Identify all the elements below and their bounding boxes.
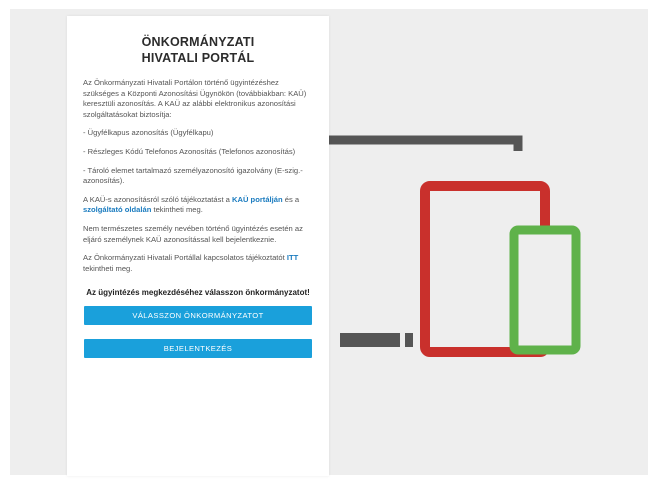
title-line-1: ÖNKORMÁNYZATI — [141, 35, 255, 49]
login-button[interactable]: BEJELENTKEZÉS — [84, 339, 312, 359]
kau-info-pre: A KAÜ-s azonosításról szóló tájékoztatás… — [83, 194, 232, 204]
phone-icon — [509, 225, 581, 355]
info-here-link[interactable]: ITT — [287, 253, 298, 262]
intro-text: Az Önkormányzati Hivatali Portálon törté… — [83, 78, 307, 119]
contact-info-post: tekintheti meg. — [83, 263, 133, 273]
page-title: ÖNKORMÁNYZATI HIVATALI PORTÁL — [83, 34, 313, 66]
contact-info-text: Az Önkormányzati Hivatali Portállal kapc… — [83, 253, 313, 274]
auth-option-eszig: - Tároló elemet tartalmazó személyazonos… — [83, 165, 303, 186]
kau-info-post: tekintheti meg. — [151, 205, 203, 215]
auth-option-telefonos: - Részleges Kódú Telefonos Azonosítás (T… — [83, 146, 296, 156]
select-municipality-button[interactable]: VÁLASSZON ÖNKORMÁNYZATOT — [84, 306, 312, 326]
non-personal-text: Nem természetes személy nevében történő … — [83, 223, 303, 244]
kau-info-text: A KAÜ-s azonosításról szóló tájékoztatás… — [83, 195, 313, 216]
contact-info-pre: Az Önkormányzati Hivatali Portállal kapc… — [83, 253, 287, 263]
call-to-action: Az ügyintézés megkezdéséhez válasszon ön… — [86, 288, 310, 298]
auth-option-ugyfelkapu: - Ügyfélkapus azonosítás (Ügyfélkapu) — [83, 128, 214, 138]
provider-page-link[interactable]: szolgáltató oldalán — [83, 205, 151, 214]
kau-portal-link[interactable]: KAÜ portálján — [232, 195, 283, 204]
title-line-2: HIVATALI PORTÁL — [141, 51, 255, 65]
login-panel: ÖNKORMÁNYZATI HIVATALI PORTÁL Az Önkormá… — [67, 16, 329, 476]
kau-info-mid: és a — [282, 194, 300, 204]
